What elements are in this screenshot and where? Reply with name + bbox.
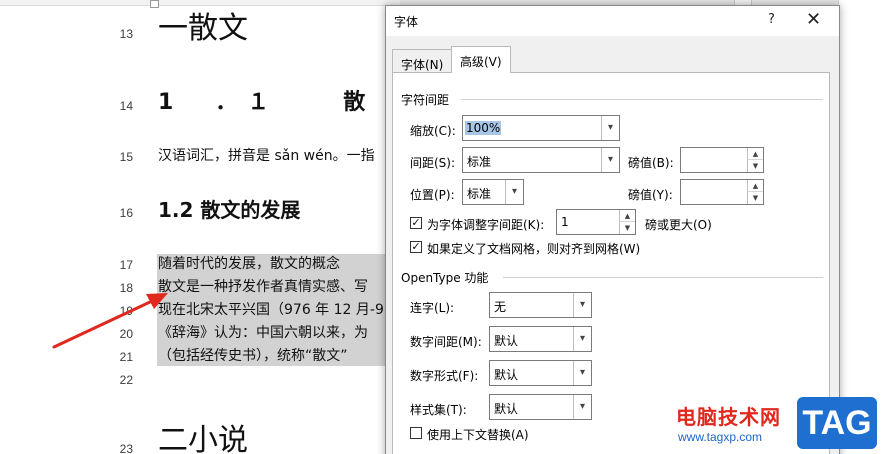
right-document-margin [838, 0, 883, 454]
contextual-alternates-label: 使用上下文替换(A) [427, 428, 529, 442]
line-number: 23 [119, 442, 133, 454]
spacing-points-label: 磅值(B): [628, 156, 674, 170]
position-points-label: 磅值(Y): [628, 188, 673, 202]
line-number: 18 [119, 281, 133, 295]
tab-advanced[interactable]: 高级(V) [451, 46, 511, 73]
spin-down-icon[interactable]: ▼ [619, 222, 635, 234]
watermark-site-name: 电脑技术网 [676, 405, 781, 429]
number-spacing-combobox[interactable]: 默认 ▾ [489, 326, 592, 352]
dialog-title: 字体 [394, 15, 419, 29]
line-number: 22 [119, 373, 133, 387]
body-paragraph-selected[interactable]: 现在北宋太平兴国（976 年 12 月-9 [158, 301, 384, 319]
spacing-combobox[interactable]: 标准 ▾ [462, 147, 620, 173]
number-forms-value: 默认 [494, 368, 519, 382]
scale-value: 100% [465, 121, 502, 135]
stylistic-sets-value: 默认 [494, 402, 519, 416]
scale-label: 缩放(C): [410, 124, 456, 138]
stylistic-sets-combobox[interactable]: 默认 ▾ [489, 394, 592, 420]
chevron-down-icon[interactable]: ▾ [573, 395, 591, 419]
heading-1-1[interactable]: 1 ．１ 散 [158, 90, 400, 116]
number-spacing-value: 默认 [494, 334, 519, 348]
document-page[interactable]: 13 一散文 14 1 ．１ 散 15 汉语词汇，拼音是 sǎn wén。一指 … [0, 0, 400, 454]
spin-down-icon[interactable]: ▼ [747, 160, 763, 172]
line-number: 16 [119, 206, 133, 220]
ligatures-label: 连字(L): [410, 301, 455, 315]
body-paragraph-selected[interactable]: 随着时代的发展，散文的概念 [158, 255, 340, 273]
tab-advanced-label: 高级(V) [460, 55, 502, 69]
watermark-url: www.tagxp.com [678, 430, 763, 444]
ruler-indent-marker[interactable] [150, 0, 159, 8]
ligatures-value: 无 [494, 300, 507, 314]
body-paragraph-selected[interactable]: 《辞海》认为：中国六朝以来，为 [158, 324, 368, 342]
advanced-panel: 字符间距 缩放(C): 100% ▾ 间距(S): 标准 ▾ 磅值(B): ▲ … [392, 72, 830, 454]
body-paragraph-selected[interactable]: 散文是一种抒发作者真情实感、写 [158, 278, 368, 296]
section-opentype: OpenType 功能 [401, 271, 489, 285]
watermark-badge: TAG [797, 397, 877, 449]
stylistic-sets-label: 样式集(T): [410, 403, 467, 417]
heading-2[interactable]: 二小说 [158, 424, 248, 454]
dialog-titlebar[interactable]: 字体 ? ✕ [386, 6, 839, 36]
chevron-down-icon[interactable]: ▾ [601, 148, 619, 172]
horizontal-ruler[interactable] [0, 0, 400, 6]
kerning-spinner[interactable]: 1 ▲ ▼ [556, 209, 636, 235]
kerning-value: 1 [561, 215, 569, 229]
section-character-spacing: 字符间距 [401, 93, 450, 107]
snap-grid-checkbox[interactable]: ✓ [410, 241, 422, 253]
heading-1[interactable]: 一散文 [158, 12, 248, 46]
spin-up-icon[interactable]: ▲ [747, 180, 763, 192]
contextual-alternates-checkbox[interactable] [410, 427, 422, 439]
close-icon[interactable]: ✕ [806, 9, 821, 30]
body-paragraph-selected[interactable]: （包括经传史书），统称“散文” [158, 347, 348, 365]
position-label: 位置(P): [410, 188, 455, 202]
heading-1-2[interactable]: 1.2 散文的发展 [158, 198, 300, 222]
kerning-label: 为字体调整字间距(K): [427, 218, 545, 232]
number-forms-label: 数字形式(F): [410, 369, 479, 383]
position-combobox[interactable]: 标准 ▾ [462, 179, 524, 205]
spin-up-icon[interactable]: ▲ [747, 148, 763, 160]
number-spacing-label: 数字间距(M): [410, 335, 482, 349]
line-number: 20 [119, 327, 133, 341]
section-divider [503, 277, 823, 278]
kerning-checkbox[interactable]: ✓ [410, 217, 422, 229]
line-number: 19 [119, 304, 133, 318]
line-number: 21 [119, 350, 133, 364]
line-number: 13 [119, 27, 133, 41]
line-number: 15 [119, 150, 133, 164]
spacing-label: 间距(S): [410, 156, 456, 170]
chevron-down-icon[interactable]: ▾ [573, 361, 591, 385]
spin-down-icon[interactable]: ▼ [747, 192, 763, 204]
section-divider [461, 99, 823, 100]
spacing-value: 标准 [467, 155, 492, 169]
kerning-suffix: 磅或更大(O) [645, 218, 712, 232]
spin-up-icon[interactable]: ▲ [619, 210, 635, 222]
line-number: 17 [119, 258, 133, 272]
ligatures-combobox[interactable]: 无 ▾ [489, 292, 592, 318]
tab-font[interactable]: 字体(N) [392, 49, 453, 73]
chevron-down-icon[interactable]: ▾ [505, 180, 523, 204]
scale-combobox[interactable]: 100% ▾ [462, 115, 620, 141]
number-forms-combobox[interactable]: 默认 ▾ [489, 360, 592, 386]
spacing-points-spinner[interactable]: ▲ ▼ [680, 147, 764, 173]
chevron-down-icon[interactable]: ▾ [573, 327, 591, 351]
help-button[interactable]: ? [768, 12, 775, 27]
chevron-down-icon[interactable]: ▾ [573, 293, 591, 317]
line-number: 14 [119, 99, 133, 113]
snap-grid-label: 如果定义了文档网格，则对齐到网格(W) [427, 242, 641, 256]
tab-font-label: 字体(N) [401, 58, 444, 72]
position-points-spinner[interactable]: ▲ ▼ [680, 179, 764, 205]
font-dialog: 字体 ? ✕ 字体(N) 高级(V) 字符间距 缩放(C): 100% ▾ 间距… [385, 5, 840, 454]
body-paragraph[interactable]: 汉语词汇，拼音是 sǎn wén。一指 [158, 147, 375, 165]
position-value: 标准 [467, 187, 492, 201]
chevron-down-icon[interactable]: ▾ [601, 116, 619, 140]
